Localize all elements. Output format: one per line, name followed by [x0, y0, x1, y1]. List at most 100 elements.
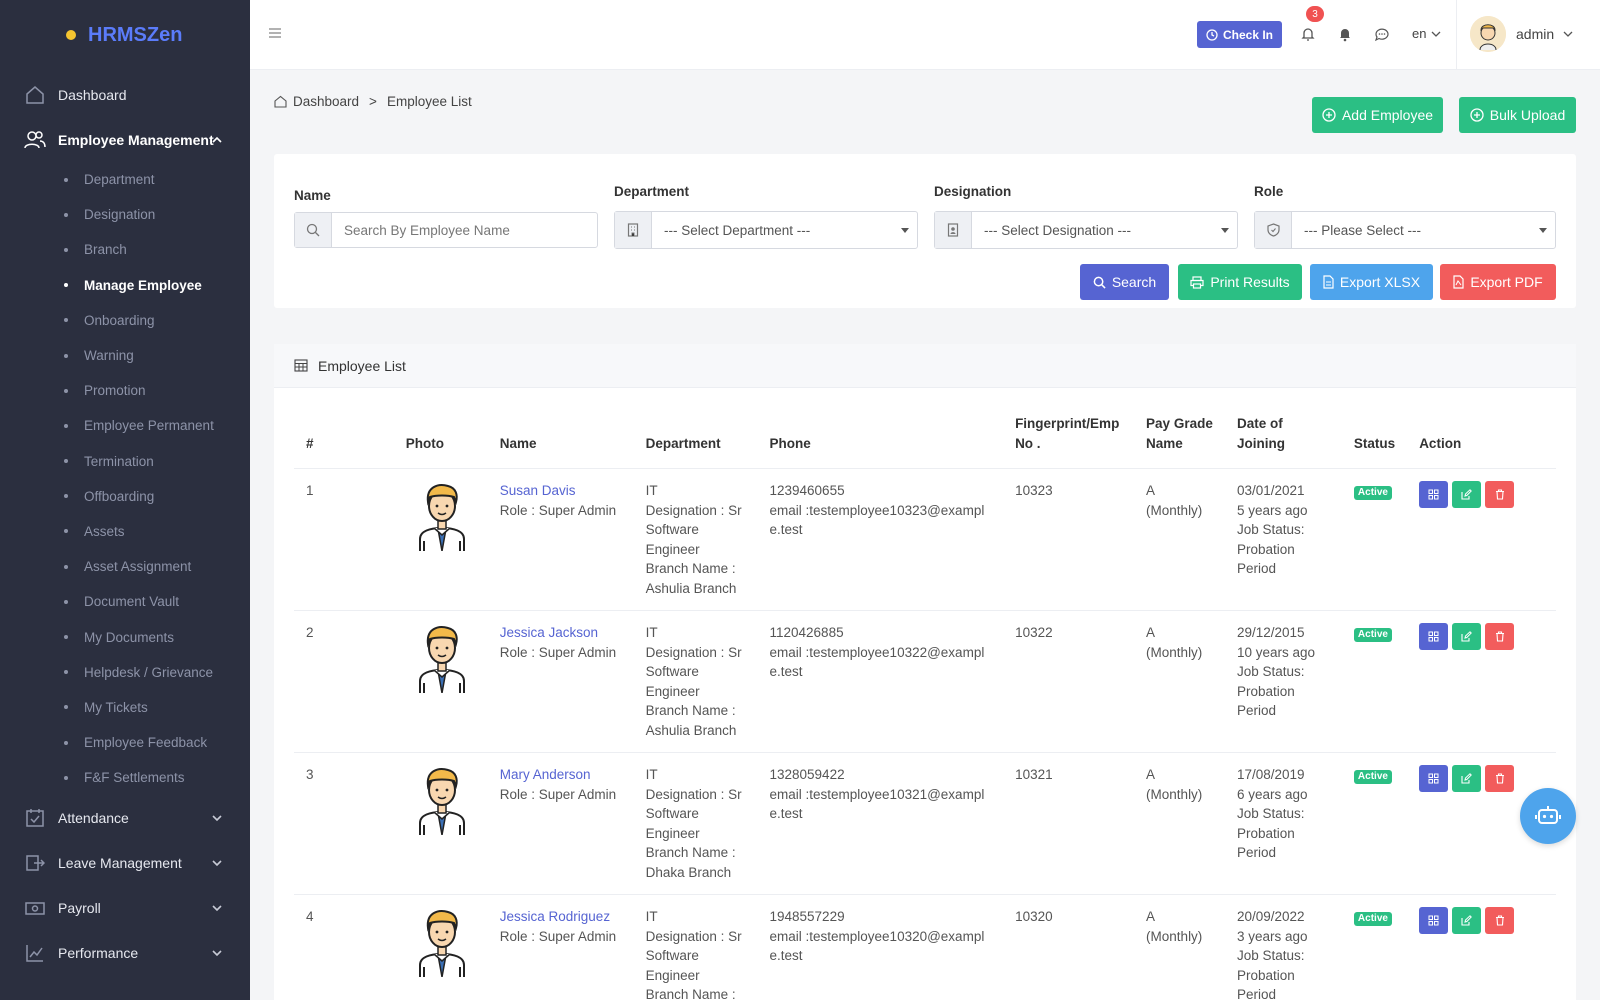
menu-toggle-icon[interactable]	[268, 26, 282, 40]
view-button[interactable]	[1419, 481, 1449, 508]
chevron-down-icon	[1563, 31, 1573, 37]
row-number: 3	[294, 752, 394, 895]
employee-name-link[interactable]: Jessica Jackson	[500, 623, 622, 643]
delete-button[interactable]	[1485, 623, 1515, 650]
user-menu[interactable]: admin	[1516, 26, 1574, 42]
sidebar-item-performance[interactable]: Performance	[0, 930, 250, 975]
name-cell: Jessica Rodriguez Role : Super Admin	[487, 894, 634, 1000]
delete-button[interactable]	[1485, 907, 1515, 934]
sidebar-sub-branch[interactable]: Branch	[0, 232, 250, 267]
table-icon	[294, 359, 308, 372]
file-icon	[1323, 275, 1334, 289]
edit-icon	[1461, 489, 1473, 500]
employee-role: Role : Super Admin	[499, 502, 617, 518]
column-header: Date of Joining	[1225, 414, 1342, 469]
add-employee-button[interactable]: Add Employee	[1312, 97, 1443, 133]
name-search-field[interactable]: Search By Employee Name	[294, 212, 598, 248]
view-button[interactable]	[1419, 765, 1449, 792]
chat-icon[interactable]	[1374, 26, 1390, 42]
view-button[interactable]	[1419, 907, 1449, 934]
export-pdf-button[interactable]: Export PDF	[1440, 264, 1556, 300]
print-results-button[interactable]: Print Results	[1178, 264, 1302, 300]
role-filter-label: Role	[1254, 184, 1284, 199]
sidebar-item-label: Leave Management	[58, 854, 182, 871]
sidebar-sub-termination[interactable]: Termination	[0, 444, 250, 479]
sidebar-item-dashboard[interactable]: Dashboard	[0, 72, 250, 117]
row-number: 2	[294, 610, 394, 753]
bell-icon[interactable]	[1337, 26, 1353, 42]
bell-outline-icon[interactable]	[1300, 26, 1316, 42]
edit-button[interactable]	[1452, 765, 1482, 792]
sidebar-item-payroll[interactable]: Payroll	[0, 885, 250, 930]
sidebar-sub-employee-permanent[interactable]: Employee Permanent	[0, 408, 250, 443]
delete-button[interactable]	[1485, 481, 1515, 508]
phone-cell: 1948557229 email :testemployee10320@examp…	[757, 894, 1004, 1000]
search-button[interactable]: Search	[1080, 264, 1169, 300]
joining-cell: 29/12/2015 10 years ago Job Status: Probat…	[1225, 610, 1342, 753]
designation-select[interactable]: --- Select Designation ---	[934, 211, 1238, 249]
chevron-down-icon	[212, 815, 222, 822]
sidebar-item-attendance[interactable]: Attendance	[0, 795, 250, 840]
sidebar-sub-onboarding[interactable]: Onboarding	[0, 303, 250, 338]
role-select[interactable]: --- Please Select ---	[1254, 211, 1556, 249]
sidebar-sub-helpdesk[interactable]: Helpdesk / Grievance	[0, 655, 250, 690]
grid-icon	[1428, 915, 1439, 926]
sidebar-sub-assets[interactable]: Assets	[0, 514, 250, 549]
action-cell	[1407, 610, 1556, 753]
breadcrumb-home[interactable]: Dashboard	[293, 94, 359, 109]
sidebar-sub-designation[interactable]: Designation	[0, 197, 250, 232]
language-label: en	[1412, 26, 1427, 41]
home-icon	[274, 95, 287, 108]
bulk-upload-button[interactable]: Bulk Upload	[1459, 97, 1576, 133]
search-icon	[295, 213, 332, 247]
sidebar-sub-my-documents[interactable]: My Documents	[0, 619, 250, 654]
sidebar-item-label: Performance	[58, 944, 139, 961]
employee-name-link[interactable]: Jessica Rodriguez	[500, 907, 622, 927]
sidebar-sub-document-vault[interactable]: Document Vault	[0, 584, 250, 619]
edit-icon	[1461, 915, 1473, 926]
edit-button[interactable]	[1452, 907, 1482, 934]
brand[interactable]: HRMSZen	[0, 0, 250, 70]
grid-icon	[1428, 773, 1439, 784]
table-header-row: # Photo Name Department Phone Fingerprin…	[294, 414, 1556, 469]
sidebar-item-employee-management[interactable]: Employee Management	[0, 117, 250, 162]
photo-cell	[393, 752, 488, 895]
sidebar-sub-promotion[interactable]: Promotion	[0, 373, 250, 408]
edit-button[interactable]	[1452, 481, 1482, 508]
sidebar-sub-manage-employee[interactable]: Manage Employee	[0, 268, 250, 303]
department-select[interactable]: --- Select Department ---	[614, 211, 918, 249]
emp-no-cell: 10322	[1003, 610, 1135, 753]
sidebar-sub-department[interactable]: Department	[0, 162, 250, 197]
view-button[interactable]	[1419, 623, 1449, 650]
photo-cell	[393, 894, 488, 1000]
name-search-input[interactable]: Search By Employee Name	[332, 223, 597, 238]
emp-no-cell: 10321	[1003, 752, 1135, 895]
sidebar-sub-ff-settlements[interactable]: F&F Settlements	[0, 760, 250, 795]
row-number: 1	[294, 468, 394, 611]
brand-dot	[66, 30, 76, 40]
sidebar-sub-my-tickets[interactable]: My Tickets	[0, 690, 250, 725]
sidebar-sub-offboarding[interactable]: Offboarding	[0, 479, 250, 514]
money-icon	[24, 897, 46, 919]
chatbot-button[interactable]	[1520, 788, 1576, 844]
column-header: Pay Grade Name	[1134, 414, 1225, 469]
designation-filter-label: Designation	[934, 184, 1012, 199]
status-badge: Active	[1353, 628, 1392, 642]
sidebar-sub-employee-feedback[interactable]: Employee Feedback	[0, 725, 250, 760]
delete-button[interactable]	[1485, 765, 1515, 792]
username-label: admin	[1516, 26, 1555, 42]
status-cell: Active	[1341, 752, 1408, 895]
sidebar-sub-warning[interactable]: Warning	[0, 338, 250, 373]
employee-name-link[interactable]: Susan Davis	[500, 481, 622, 501]
sidebar-sub-asset-assignment[interactable]: Asset Assignment	[0, 549, 250, 584]
check-in-button[interactable]: Check In	[1197, 21, 1282, 48]
sidebar-item-label: Attendance	[58, 809, 129, 826]
user-avatar[interactable]	[1470, 16, 1506, 52]
sidebar-item-leave-management[interactable]: Leave Management	[0, 840, 250, 885]
employee-name-link[interactable]: Mary Anderson	[500, 765, 622, 785]
language-selector[interactable]: en	[1412, 26, 1442, 41]
photo-cell	[393, 468, 488, 611]
edit-button[interactable]	[1452, 623, 1482, 650]
export-xlsx-button[interactable]: Export XLSX	[1310, 264, 1433, 300]
table-row: 4 Jessica Rodriguez Role : Super Admin IT De…	[294, 894, 1556, 1000]
